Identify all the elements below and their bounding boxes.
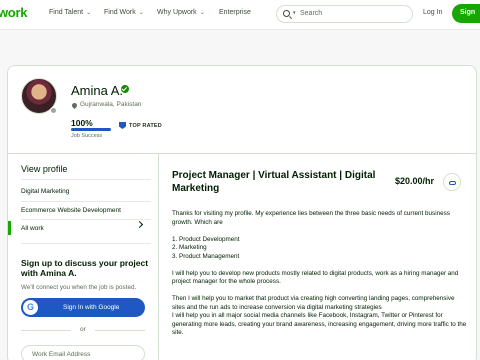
description-paragraph: Thanks for visiting my profile. My exper… [172,210,450,226]
description-paragraph: I will help you to develop new products … [172,269,459,286]
job-success-value: 100% [71,118,93,128]
login-link[interactable]: Log In [423,9,442,16]
signup-button[interactable]: Sign [452,4,480,23]
description-paragraph: 2. Marketing [172,244,207,251]
search-box[interactable]: ▾ Search [276,5,413,23]
signup-cta-subtitle: We'll connect you when the job is posted… [21,284,137,291]
search-input[interactable]: Search [300,10,322,17]
description-paragraph: I will help you in all major social medi… [172,312,467,336]
nav-find-work[interactable]: Find Work ⌄ [104,9,144,16]
google-signin-label: Sign In with Google [63,303,120,311]
google-icon: G [23,300,38,315]
divider [158,153,159,360]
chevron-right-icon [135,220,144,229]
email-field[interactable] [21,345,145,360]
nav-find-talent[interactable]: Find Talent ⌄ [49,9,91,16]
hourly-rate: $20.00/hr [395,176,435,186]
search-icon [283,10,290,17]
copy-link-button[interactable] [443,173,461,191]
google-signin-button[interactable]: G Sign In with Google [21,298,145,317]
description-paragraph: Then I will help you to market that prod… [172,295,455,311]
top-rated-badge-icon [119,122,126,129]
top-rated-label: TOP RATED [129,123,162,129]
chevron-down-icon: ⌄ [199,10,205,16]
description-paragraph: 1. Product Development [172,235,240,243]
sidebar-item-all-work[interactable]: All work [21,225,44,232]
description-paragraph: 3. Product Management [172,252,240,260]
description-paragraph [172,287,467,296]
location-text: Gujranwala, Pakistan [80,101,142,108]
divider [21,330,71,331]
profile-title: Project Manager | Virtual Assistant | Di… [172,170,376,194]
job-success-bar [71,128,111,131]
chevron-down-icon[interactable]: ▾ [293,10,296,16]
divider [21,179,151,180]
verified-badge-icon [121,85,129,93]
description-paragraph [172,261,467,270]
divider [95,330,145,331]
profile-description: Thanks for visiting my profile. My exper… [172,210,467,338]
description-paragraph [172,227,467,236]
location-pin-icon [70,101,79,110]
job-success-label: Job Success [71,133,103,139]
sidebar-item-ecommerce[interactable]: Ecommerce Website Development [21,207,121,214]
chevron-down-icon: ⌄ [86,10,92,16]
top-nav: work Find Talent ⌄ Find Work ⌄ Why Upwork ⌄… [0,0,480,30]
nav-enterprise[interactable]: Enterprise [219,9,251,16]
profile-card: Amina A. Gujranwala, Pakistan 100% Job S… [7,65,477,360]
chevron-down-icon: ⌄ [138,10,144,16]
sidebar-item-digital-marketing[interactable]: Digital Marketing [21,188,69,195]
nav-why-upwork[interactable]: Why Upwork ⌄ [157,9,205,16]
divider [21,243,151,244]
signup-cta-title: Sign up to discuss your project with Ami… [21,258,149,278]
divider [21,219,151,220]
view-profile-heading: View profile [21,164,68,174]
freelancer-name: Amina A. [71,83,124,98]
divider [8,153,476,154]
divider [21,201,151,202]
or-separator: or [80,326,86,333]
upwork-logo[interactable]: work [0,5,27,20]
active-indicator [8,221,11,235]
status-dot-icon [50,107,57,114]
link-icon [449,181,456,185]
